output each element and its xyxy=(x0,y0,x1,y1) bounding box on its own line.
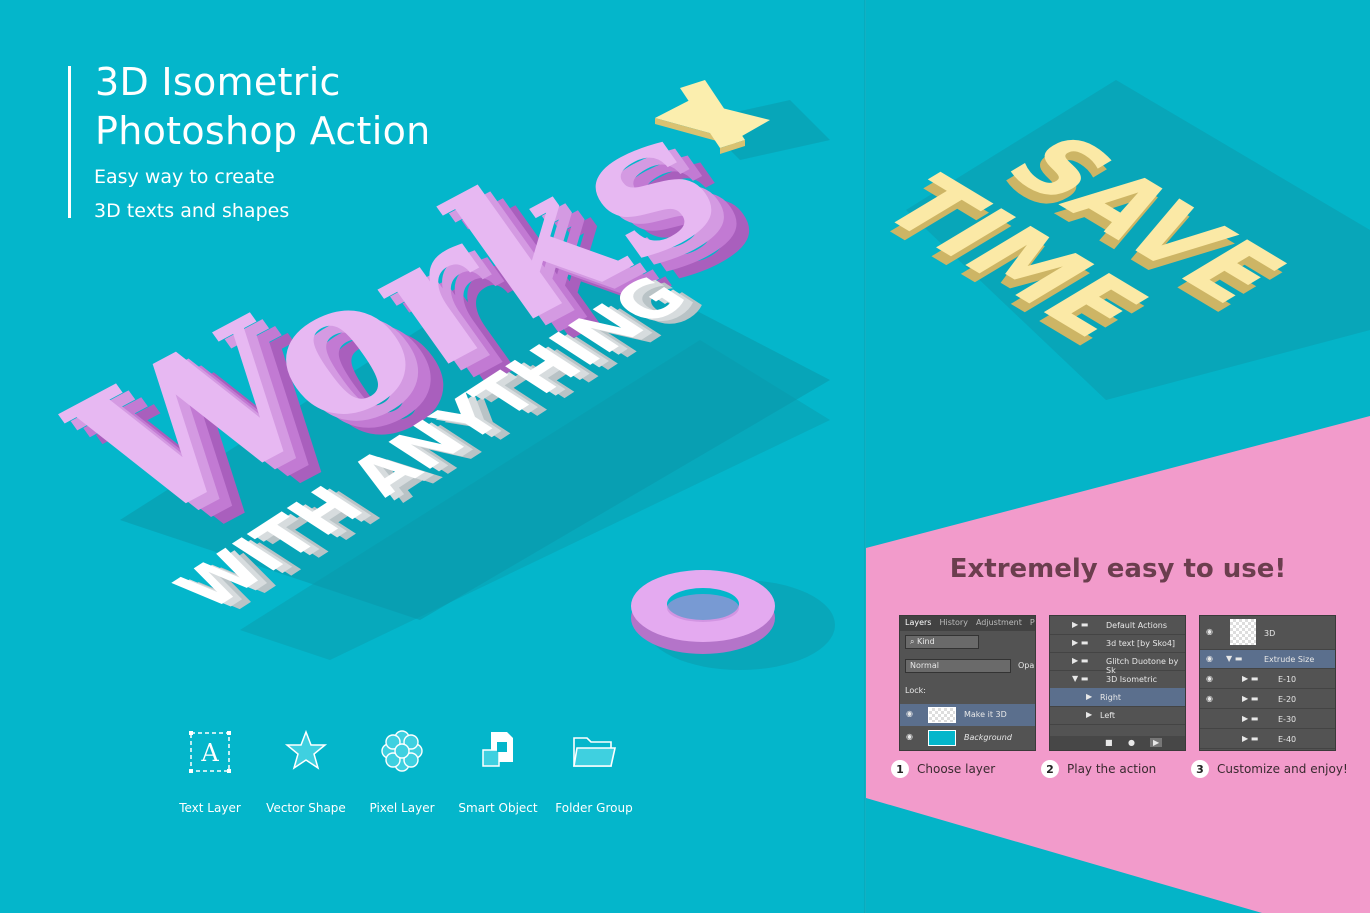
step-1: 1 Choose layer xyxy=(891,760,995,778)
folder-icon: ▼ ▬ xyxy=(1226,654,1243,663)
blend-mode-select[interactable]: Normal xyxy=(905,659,1011,673)
layer-types-list: A Text Layer Vector Shape Pixel Layer Sm… xyxy=(160,728,660,818)
kind-filter[interactable]: ⌕ Kind xyxy=(905,635,979,649)
extrude-label: E-10 xyxy=(1278,675,1297,684)
action-item-selected[interactable]: ▶ Right xyxy=(1050,688,1185,707)
text-layer-icon: A xyxy=(189,731,231,773)
layer-type-label: Vector Shape xyxy=(266,801,346,815)
extrude-item[interactable]: ◉ ▶ ▬ E-10 xyxy=(1200,670,1335,689)
eye-icon[interactable]: ◉ xyxy=(906,709,913,718)
layer-type-smart: Smart Object xyxy=(450,728,546,815)
o-ring-shape xyxy=(631,570,835,670)
extrude-item[interactable]: ▶ ▬ E-40 xyxy=(1200,730,1335,749)
extrude-label: Extrude Size xyxy=(1264,655,1315,664)
extrude-item[interactable]: ▶ ▬ E-30 xyxy=(1200,710,1335,729)
step-3: 3 Customize and enjoy! xyxy=(1191,760,1348,778)
eye-icon[interactable]: ◉ xyxy=(1206,654,1213,663)
step-number: 2 xyxy=(1041,760,1059,778)
extrude-label: E-30 xyxy=(1278,715,1297,724)
step-label: Choose layer xyxy=(917,762,996,776)
action-item[interactable]: ▼ ▬ 3D Isometric xyxy=(1050,670,1185,689)
layer-type-label: Pixel Layer xyxy=(369,801,435,815)
stop-icon[interactable]: ■ xyxy=(1105,738,1113,747)
step-label: Customize and enjoy! xyxy=(1217,762,1348,776)
layer-type-vector: Vector Shape xyxy=(258,728,354,815)
layers-tabs: Layers History Adjustment P xyxy=(900,616,1035,631)
layer-name: Background xyxy=(964,733,1012,742)
tab-layers[interactable]: Layers xyxy=(905,618,931,629)
extrude-item[interactable]: ◉ ▶ ▬ E-20 xyxy=(1200,690,1335,709)
record-icon[interactable]: ● xyxy=(1128,738,1135,747)
layer-row-make-3d[interactable]: ◉ Make it 3D xyxy=(900,704,1035,726)
action-label: 3d text [by Sko4] xyxy=(1106,639,1176,648)
ps-extrude-panel: ◉ 3D ◉ ▼ ▬ Extrude Size ◉ ▶ ▬ E-10 ◉ ▶ ▬ E-2… xyxy=(1199,615,1336,751)
actions-toolbar: ■ ● ▶ xyxy=(1050,736,1185,750)
easy-title: Extremely easy to use! xyxy=(949,554,1287,584)
play-icon[interactable]: ▶ xyxy=(1150,738,1163,747)
smart-object-icon xyxy=(482,732,513,767)
tab-p[interactable]: P xyxy=(1030,618,1035,629)
step-2: 2 Play the action xyxy=(1041,760,1156,778)
folder-group-icon xyxy=(573,737,616,767)
layer-row-background[interactable]: ◉ Background xyxy=(900,727,1035,749)
action-label: Right xyxy=(1100,693,1122,702)
action-label: Left xyxy=(1100,711,1116,720)
eye-icon[interactable]: ◉ xyxy=(1206,627,1213,636)
blend-label: Normal xyxy=(910,661,939,670)
vector-shape-icon xyxy=(284,729,328,770)
layer-type-label: Folder Group xyxy=(555,801,633,815)
action-label: Default Actions xyxy=(1106,621,1167,630)
pixel-layer-icon xyxy=(381,730,423,772)
layer-type-text: A Text Layer xyxy=(162,728,258,815)
step-label: Play the action xyxy=(1067,762,1157,776)
layer-type-label: Text Layer xyxy=(179,801,241,815)
extrude-label: E-40 xyxy=(1278,735,1297,744)
step-number: 3 xyxy=(1191,760,1209,778)
extrude-label: E-20 xyxy=(1278,695,1297,704)
action-item[interactable]: ▶ ▬ Default Actions xyxy=(1050,616,1185,635)
layer-thumbnail xyxy=(1230,619,1256,645)
tab-adjustment[interactable]: Adjustment xyxy=(976,618,1022,629)
action-item[interactable]: ▶ Left xyxy=(1050,706,1185,725)
layer-thumbnail xyxy=(928,730,956,746)
extrude-label: 3D xyxy=(1264,629,1276,638)
layer-thumbnail xyxy=(928,707,956,723)
ps-actions-panel: ▶ ▬ Default Actions ▶ ▬ 3d text [by Sko4] … xyxy=(1049,615,1186,751)
right-panel: SAVE SAVE TIME TIME Extremely easy to us… xyxy=(866,0,1370,913)
extrude-item-3d[interactable]: ◉ 3D xyxy=(1200,616,1335,650)
action-item[interactable]: ▶ ▬ Glitch Duotone by Sk xyxy=(1050,652,1185,675)
eye-icon[interactable]: ◉ xyxy=(906,732,913,741)
opacity-label: Opa xyxy=(1018,661,1035,670)
layer-type-pixel: Pixel Layer xyxy=(354,728,450,815)
lock-label: Lock: xyxy=(905,686,926,695)
tab-history[interactable]: History xyxy=(939,618,967,629)
left-panel: 3D Isometric Photoshop Action Easy way t… xyxy=(0,0,866,913)
layer-name: Make it 3D xyxy=(964,710,1007,719)
step-number: 1 xyxy=(891,760,909,778)
kind-label: Kind xyxy=(917,637,935,646)
ps-layers-panel: Layers History Adjustment P ⌕ Kind Norma… xyxy=(899,615,1036,751)
action-item[interactable]: ▶ ▬ 3d text [by Sko4] xyxy=(1050,634,1185,653)
layer-type-label: Smart Object xyxy=(458,801,538,815)
extrude-item-group[interactable]: ◉ ▼ ▬ Extrude Size xyxy=(1200,650,1335,669)
layer-type-folder: Folder Group xyxy=(546,728,642,815)
action-label: 3D Isometric xyxy=(1106,675,1157,684)
svg-text:A: A xyxy=(200,739,219,767)
